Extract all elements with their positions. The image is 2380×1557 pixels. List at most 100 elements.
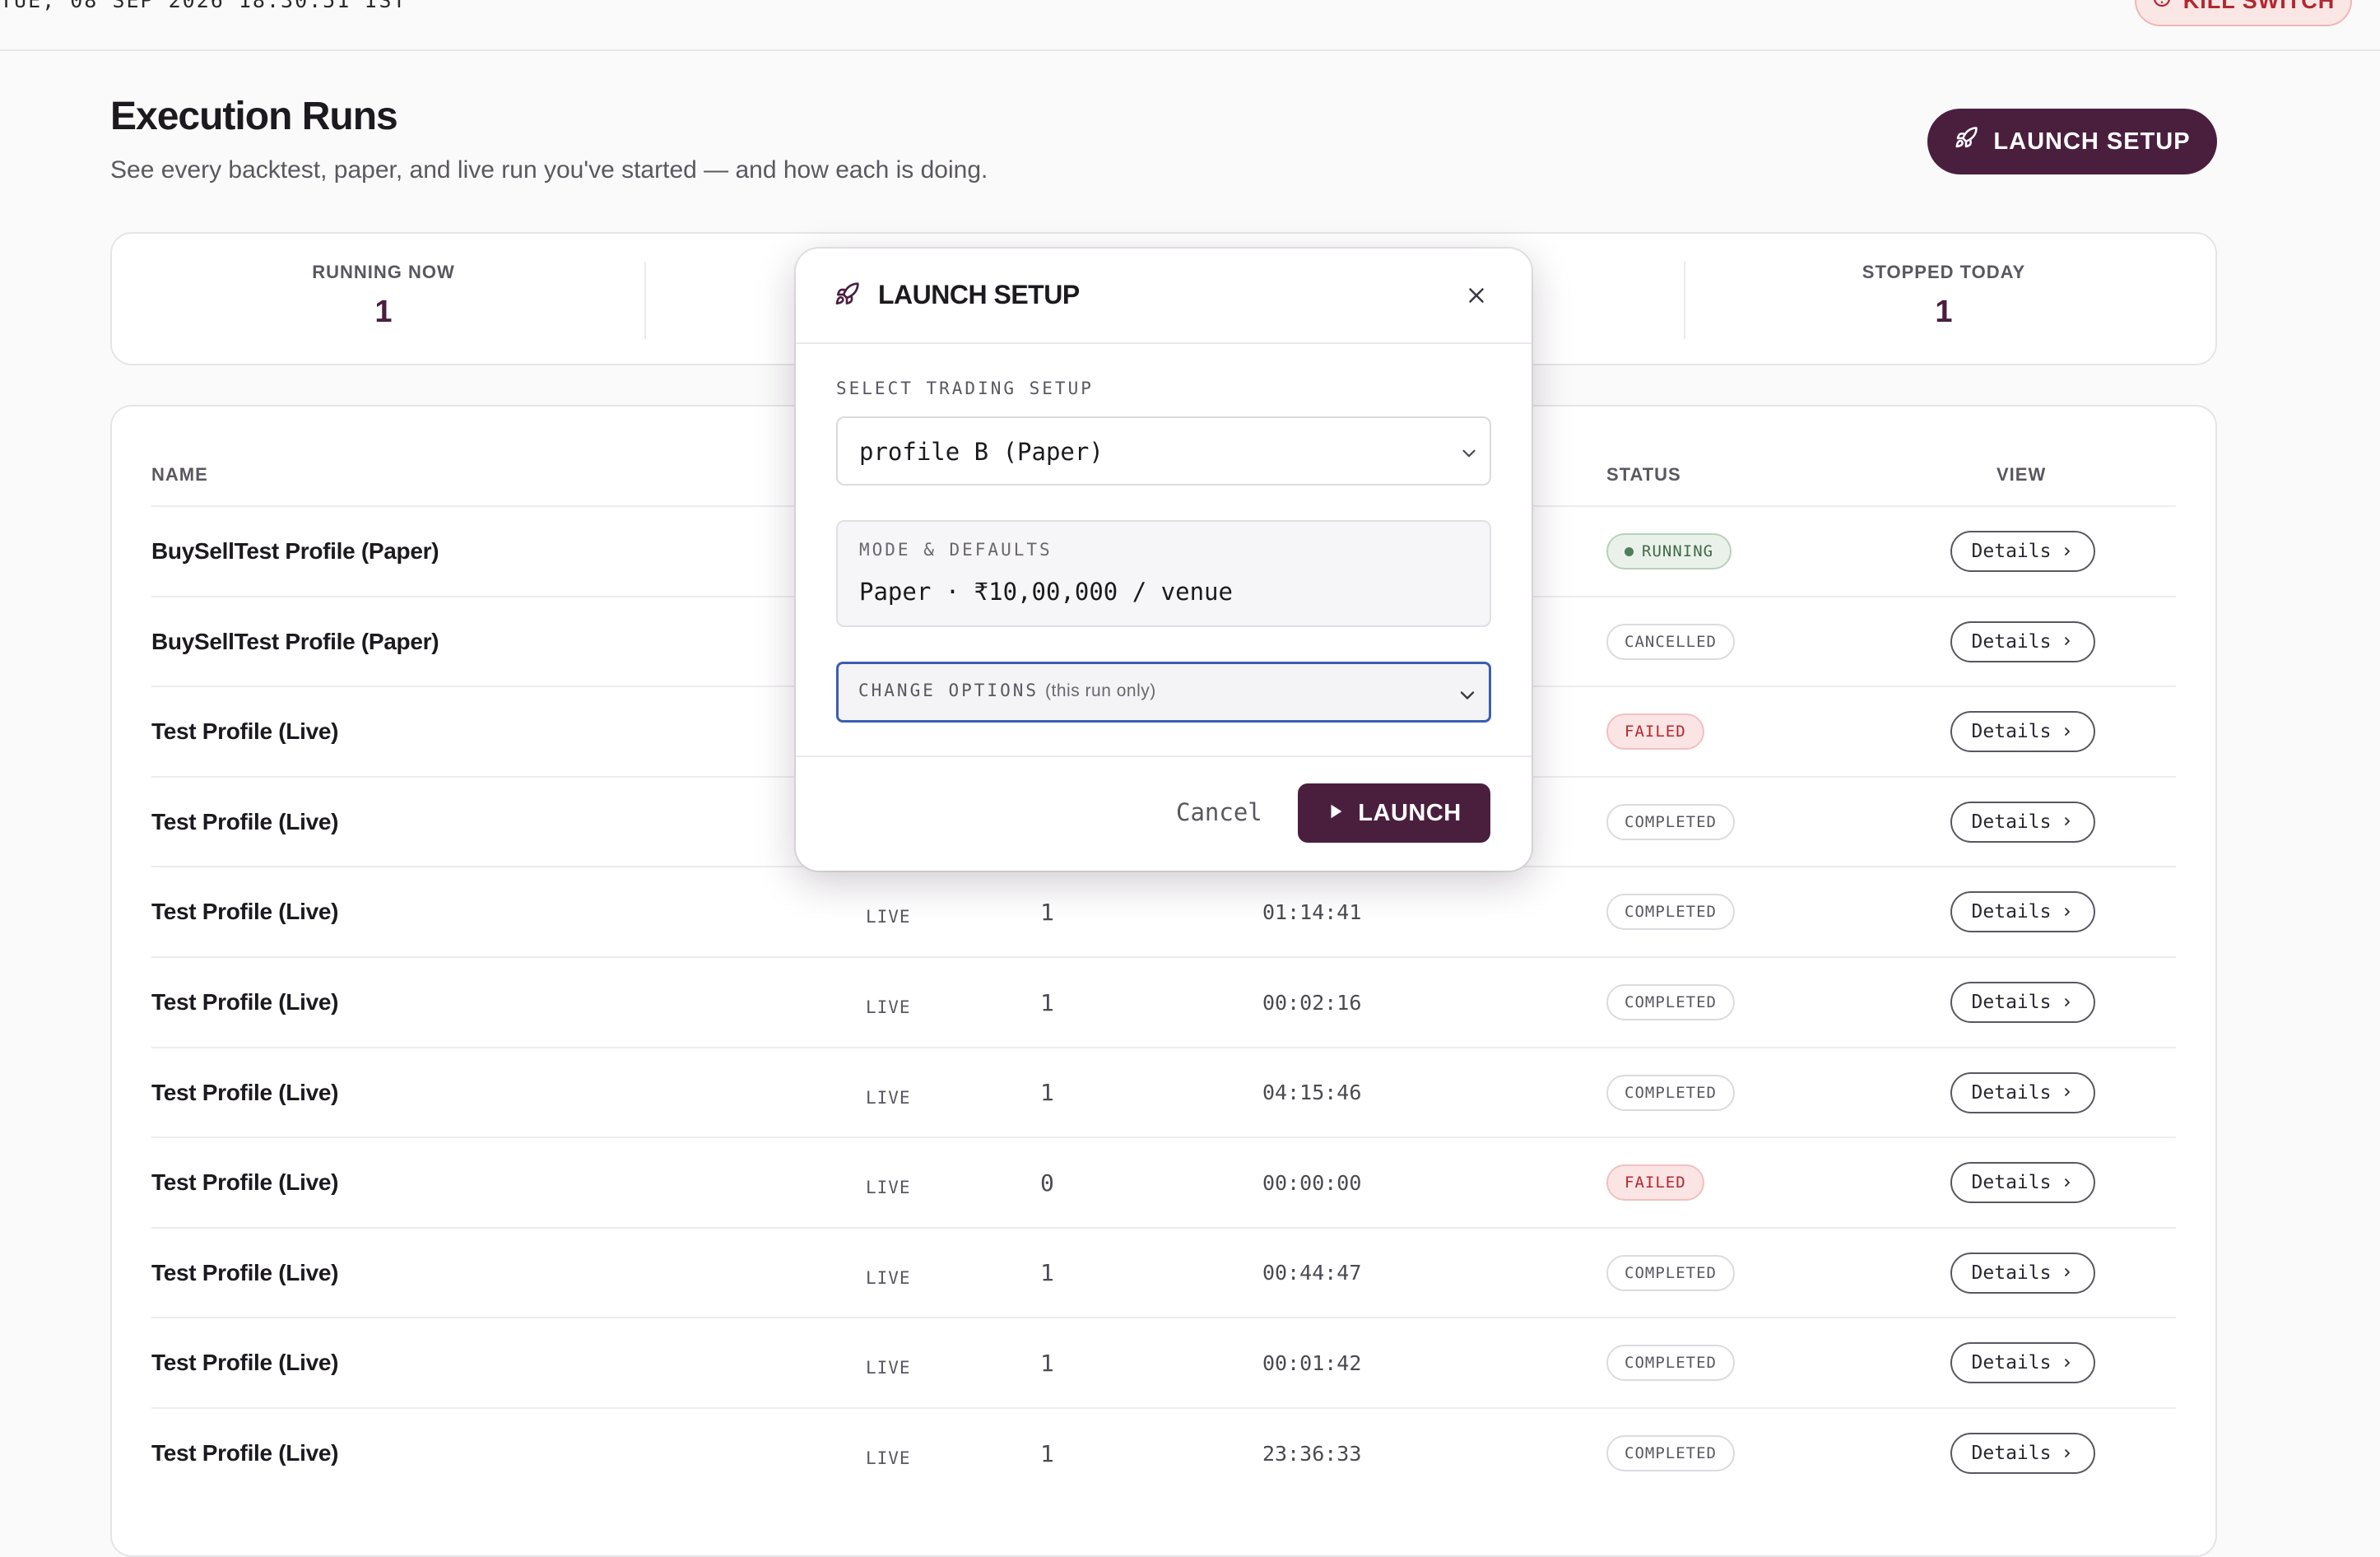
status-text: CANCELLED [1625,632,1717,651]
column-header-name: NAME [151,464,208,485]
run-duration: 04:15:46 [1262,1081,1362,1105]
status-cell: CANCELLED [1606,597,1735,686]
status-cell: COMPLETED [1606,958,1735,1047]
mode-value: Paper · ₹10,00,000 / venue [859,578,1233,606]
status-cell: COMPLETED [1606,867,1735,956]
details-button[interactable]: Details [1950,891,2095,933]
status-badge: FAILED [1606,713,1704,751]
details-button[interactable]: Details [1950,531,2095,572]
view-cell: Details [1950,778,2095,867]
status-text: FAILED [1625,723,1686,741]
view-cell: Details [1950,687,2095,776]
run-name: BuySellTest Profile (Paper) [151,538,439,564]
details-label: Details [1971,1262,2052,1284]
details-button[interactable]: Details [1950,1071,2095,1113]
trading-setup-select[interactable]: profile B (Paper) [836,416,1491,486]
chevron-right-icon [2061,1172,2074,1194]
status-badge: RUNNING [1606,533,1732,569]
setup-select-label: SELECT TRADING SETUP [836,379,1094,398]
status-text: COMPLETED [1625,1354,1717,1373]
run-type: LIVE [866,1087,911,1108]
column-header-status: STATUS [1606,464,1681,485]
cancel-button[interactable]: Cancel [1176,798,1262,826]
details-label: Details [1971,630,2052,653]
details-button[interactable]: Details [1950,982,2095,1023]
table-row: Test Profile (Live) LIVE 1 23:36:33 COMPLETE… [151,1407,2176,1499]
rocket-icon [834,281,860,312]
details-button[interactable]: Details [1950,1433,2095,1474]
details-button[interactable]: Details [1950,1162,2095,1204]
status-text: COMPLETED [1625,1263,1717,1282]
stat-running-now: RUNNING NOW 1 [219,262,548,330]
run-name: Test Profile (Live) [151,1079,339,1105]
modal-title: LAUNCH SETUP [878,280,1080,309]
table-row: Test Profile (Live) LIVE 1 04:15:46 COMPLETE… [151,1046,2176,1139]
page-subtitle: See every backtest, paper, and live run … [110,156,988,184]
status-cell: FAILED [1606,1138,1704,1227]
details-button[interactable]: Details [1950,620,2095,662]
launch-setup-button[interactable]: LAUNCH SETUP [1927,109,2217,174]
details-label: Details [1971,1352,2052,1374]
close-icon[interactable] [1464,283,1489,312]
chevron-right-icon [2061,1352,2074,1374]
column-header-view: VIEW [1997,464,2047,485]
shield-alert-icon [2152,0,2172,14]
details-label: Details [1971,992,2052,1013]
run-name: Test Profile (Live) [151,1259,339,1285]
kill-switch-button[interactable]: KILL SWITCH [2135,0,2352,26]
run-type: LIVE [866,1358,911,1378]
view-cell: Details [1950,1229,2095,1318]
status-badge: COMPLETED [1606,1345,1735,1382]
status-badge: COMPLETED [1606,1254,1735,1291]
status-cell: COMPLETED [1606,1048,1735,1137]
status-text: COMPLETED [1625,1444,1717,1462]
run-type: LIVE [866,1267,911,1288]
details-button[interactable]: Details [1950,711,2095,753]
table-row: Test Profile (Live) LIVE 1 00:01:42 COMPLETE… [151,1317,2176,1409]
launch-label: LAUNCH [1358,799,1462,826]
launch-setup-modal: LAUNCH SETUP SELECT TRADING SETUP profil… [796,249,1532,871]
run-count: 0 [1040,1169,1054,1197]
view-cell: Details [1950,1138,2095,1227]
chevron-down-icon [1458,443,1480,468]
chevron-right-icon [2061,992,2074,1014]
launch-button[interactable]: LAUNCH [1298,783,1490,843]
details-button[interactable]: Details [1950,1252,2095,1294]
run-duration: 00:01:42 [1262,1350,1362,1375]
status-cell: FAILED [1606,687,1704,776]
top-bar: TUE, 08 SEP 2026 18:30:51 IST KILL SWITC… [0,0,2380,51]
details-button[interactable]: Details [1950,801,2095,843]
change-options-hint: (this run only) [1045,681,1156,700]
status-cell: RUNNING [1606,507,1732,596]
table-row: Test Profile (Live) LIVE 0 00:00:00 FAILED De… [151,1136,2176,1229]
chevron-right-icon [2061,1262,2074,1284]
status-badge: COMPLETED [1606,1435,1735,1471]
stat-label: STOPPED TODAY [1862,262,2026,282]
clock: TUE, 08 SEP 2026 18:30:51 IST [0,0,407,12]
run-name: BuySellTest Profile (Paper) [151,628,439,654]
stat-divider [1684,262,1685,339]
run-count: 1 [1040,988,1054,1016]
status-cell: COMPLETED [1606,778,1735,867]
run-count: 1 [1040,1079,1054,1107]
run-duration: 00:00:00 [1262,1170,1362,1195]
run-name: Test Profile (Live) [151,718,339,745]
status-badge: FAILED [1606,1164,1704,1201]
change-options-toggle[interactable]: CHANGE OPTIONS (this run only) [836,662,1491,723]
play-icon [1327,800,1345,827]
status-text: COMPLETED [1625,993,1717,1011]
view-cell: Details [1950,597,2095,686]
status-badge: COMPLETED [1606,803,1735,840]
change-options-label: CHANGE OPTIONS (this run only) [858,681,1156,701]
run-type: LIVE [866,997,911,1017]
chevron-right-icon [2061,1081,2074,1104]
run-name: Test Profile (Live) [151,1169,339,1196]
divider [796,342,1532,344]
run-type: LIVE [866,907,911,927]
details-button[interactable]: Details [1950,1342,2095,1384]
table-row: Test Profile (Live) LIVE 1 00:02:16 COMPLETE… [151,956,2176,1048]
mode-defaults-box: MODE & DEFAULTS Paper · ₹10,00,000 / ven… [836,520,1491,627]
view-cell: Details [1950,867,2095,956]
status-badge: COMPLETED [1606,984,1735,1020]
stat-value: 1 [374,295,393,329]
